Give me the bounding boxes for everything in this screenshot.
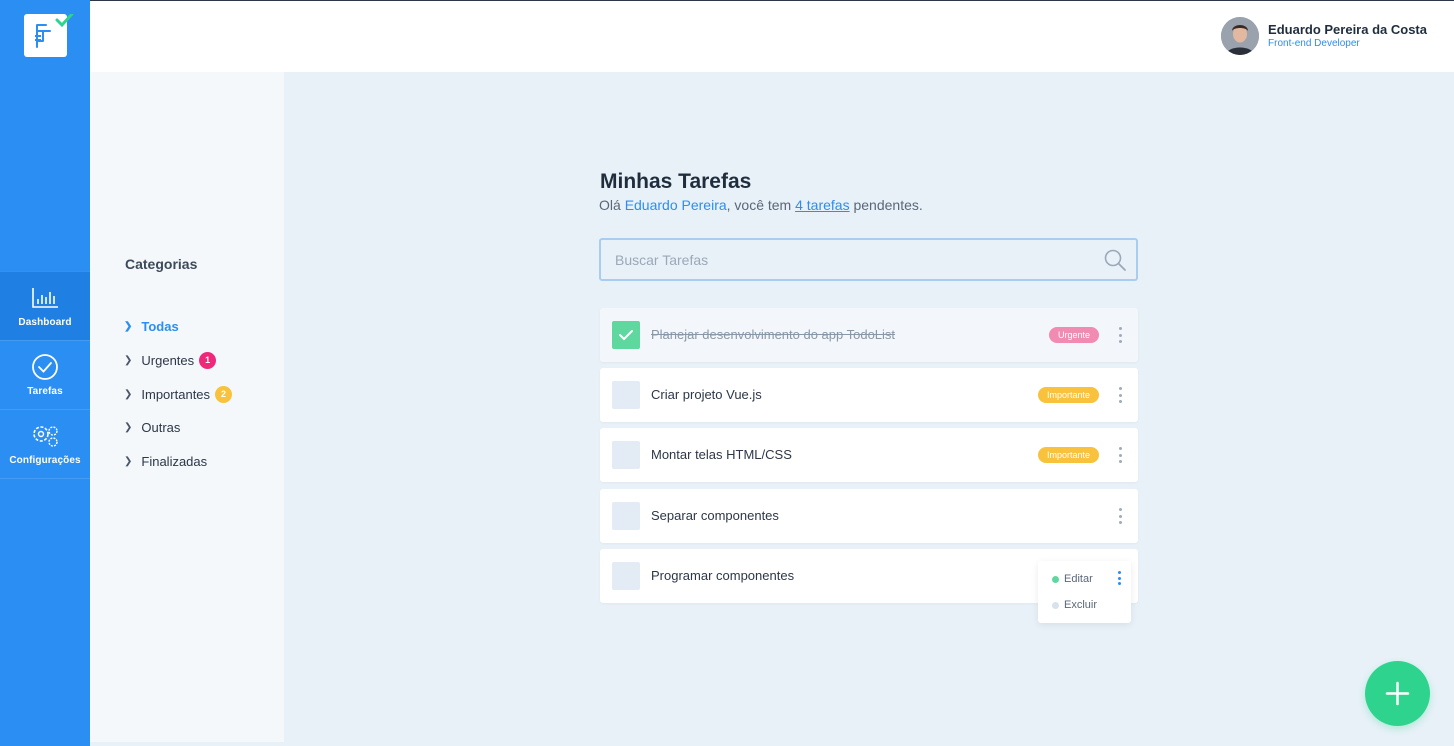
- greeting-text: Olá Eduardo Pereira, você tem 4 tarefas …: [599, 197, 923, 213]
- nav-label-tarefas: Tarefas: [27, 385, 63, 397]
- count-badge: 1: [199, 352, 217, 369]
- task-checkbox[interactable]: [612, 321, 640, 349]
- task-title: Separar componentes: [651, 508, 779, 523]
- gears-icon: [30, 423, 60, 449]
- nav-item-configuracoes[interactable]: Configurações: [0, 409, 90, 479]
- more-options-icon[interactable]: [1115, 327, 1125, 343]
- search-input[interactable]: [615, 240, 1095, 279]
- avatar[interactable]: [1221, 17, 1260, 55]
- category-label: Importantes: [141, 387, 211, 402]
- chevron-right-icon: ❯: [124, 422, 133, 433]
- task-checkbox[interactable]: [612, 381, 640, 409]
- task-item[interactable]: Planejar desenvolvimento do app TodoList…: [600, 308, 1138, 362]
- important-tag: Importante: [1037, 387, 1099, 403]
- important-tag: Importante: [1037, 447, 1099, 463]
- greeting-suffix: pendentes.: [849, 197, 923, 213]
- greeting-middle: , você tem: [726, 197, 796, 213]
- category-label: Outras: [141, 420, 181, 435]
- top-bar: Eduardo Pereira da Costa Front-end Devel…: [90, 0, 1454, 72]
- app-logo[interactable]: [24, 14, 74, 57]
- task-title: Montar telas HTML/CSS: [651, 447, 792, 462]
- task-checkbox[interactable]: [612, 502, 640, 530]
- category-todas[interactable]: ❯ Todas: [124, 319, 179, 334]
- pending-tasks-link[interactable]: 4 tarefas: [795, 197, 849, 213]
- category-urgentes[interactable]: ❯ Urgentes 1: [124, 352, 217, 369]
- category-label: Finalizadas: [141, 454, 208, 469]
- category-label: Urgentes: [141, 353, 195, 368]
- task-checkbox[interactable]: [612, 562, 640, 590]
- nav-item-dashboard[interactable]: Dashboard: [0, 271, 90, 340]
- more-options-active-icon[interactable]: [1118, 571, 1122, 585]
- task-item[interactable]: Criar projeto Vue.js Importante: [600, 368, 1138, 422]
- page-title: Minhas Tarefas: [600, 170, 752, 193]
- urgent-tag: Urgente: [1048, 327, 1099, 343]
- task-context-menu: Editar Excluir: [1038, 561, 1131, 623]
- categories-title: Categorias: [125, 256, 198, 272]
- category-label: Todas: [141, 319, 179, 334]
- search-icon[interactable]: [1103, 248, 1127, 272]
- search-box: [599, 238, 1138, 281]
- task-checkbox[interactable]: [612, 441, 640, 469]
- more-options-icon[interactable]: [1115, 508, 1125, 524]
- edit-label: Editar: [1064, 573, 1093, 585]
- count-badge: 2: [215, 386, 233, 403]
- task-title: Planejar desenvolvimento do app TodoList: [651, 327, 896, 342]
- delete-label: Excluir: [1064, 599, 1098, 611]
- check-icon: [619, 330, 633, 341]
- task-item[interactable]: Montar telas HTML/CSS Importante: [600, 428, 1138, 482]
- task-title: Criar projeto Vue.js: [651, 387, 762, 402]
- user-role: Front-end Developer: [1268, 38, 1360, 49]
- edit-menu-item[interactable]: Editar: [1052, 573, 1093, 585]
- plus-icon: [1385, 681, 1410, 706]
- delete-menu-item[interactable]: Excluir: [1052, 599, 1097, 611]
- edit-dot-icon: [1052, 575, 1059, 583]
- chevron-right-icon: ❯: [124, 355, 133, 366]
- category-finalizadas[interactable]: ❯ Finalizadas: [124, 454, 207, 469]
- categories-panel: Categorias ❯ Todas ❯ Urgentes 1 ❯ Import…: [90, 72, 284, 742]
- chevron-right-icon: ❯: [124, 456, 133, 467]
- delete-dot-icon: [1052, 601, 1059, 609]
- check-circle-icon: [31, 353, 59, 380]
- greeting-name: Eduardo Pereira: [624, 197, 727, 213]
- category-importantes[interactable]: ❯ Importantes 2: [124, 386, 233, 403]
- nav-label-dashboard: Dashboard: [18, 316, 72, 328]
- more-options-icon[interactable]: [1115, 387, 1125, 403]
- logo-icon: [35, 14, 74, 48]
- task-item[interactable]: Separar componentes: [600, 489, 1138, 543]
- chevron-right-icon: ❯: [124, 389, 133, 400]
- chevron-right-icon: ❯: [124, 321, 133, 332]
- user-name: Eduardo Pereira da Costa: [1268, 22, 1427, 37]
- add-task-button[interactable]: [1365, 661, 1430, 726]
- category-outras[interactable]: ❯ Outras: [124, 420, 180, 435]
- greeting-prefix: Olá: [599, 197, 625, 213]
- nav-label-configuracoes: Configurações: [9, 454, 81, 466]
- task-title: Programar componentes: [651, 568, 795, 583]
- navigation-rail: Dashboard Tarefas Configurações: [0, 0, 90, 746]
- nav-item-tarefas[interactable]: Tarefas: [0, 340, 90, 409]
- user-profile[interactable]: Eduardo Pereira da Costa Front-end Devel…: [1221, 17, 1427, 55]
- bar-chart-icon: [31, 285, 59, 311]
- more-options-icon[interactable]: [1115, 447, 1125, 463]
